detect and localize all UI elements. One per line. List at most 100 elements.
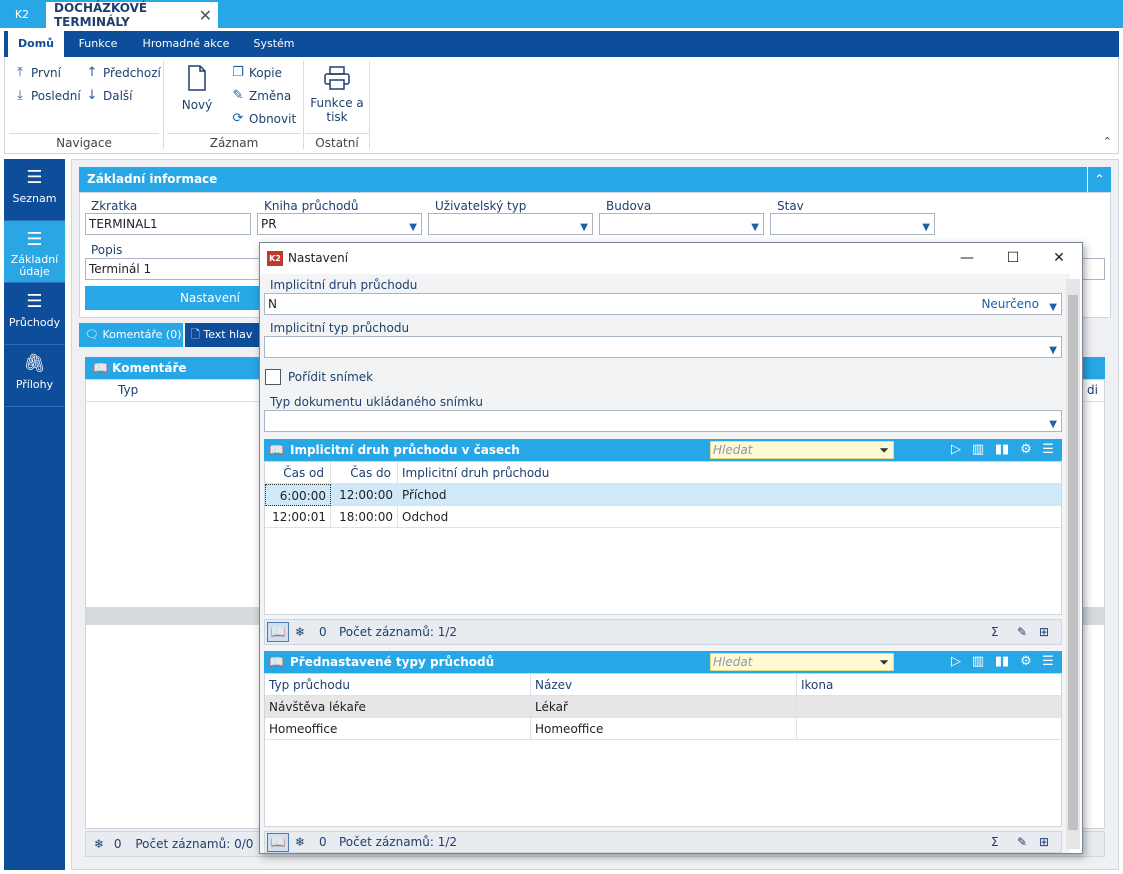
next-button[interactable]: ↓ Další bbox=[85, 88, 133, 103]
building-field[interactable]: ▼ bbox=[599, 213, 764, 235]
column-time-from[interactable]: Čas od bbox=[265, 462, 331, 484]
user-type-field[interactable]: ▼ bbox=[428, 213, 593, 235]
refresh-button[interactable]: ⟳ Obnovit bbox=[231, 111, 297, 126]
dropdown-icon[interactable]: ▼ bbox=[751, 218, 759, 238]
print-functions-button[interactable]: Funkce a tisk bbox=[307, 65, 367, 124]
collapse-section-icon[interactable]: ⌃ bbox=[1087, 167, 1111, 192]
play-icon[interactable]: ▷ bbox=[946, 651, 966, 673]
snowflake-icon[interactable]: ❄ bbox=[295, 832, 305, 852]
menu-icon[interactable]: ☰ bbox=[1038, 651, 1058, 673]
group-separator bbox=[369, 61, 370, 149]
play-icon[interactable]: ▷ bbox=[946, 439, 966, 461]
table-row[interactable]: Homeoffice Homeoffice bbox=[265, 718, 1061, 740]
tab-home[interactable]: Domů bbox=[8, 31, 64, 57]
columns-icon[interactable]: ▮▮ bbox=[992, 651, 1012, 673]
document-tab-label: DOCHÁZKOVÉ TERMINÁLY bbox=[54, 1, 148, 29]
status-field[interactable]: ▼ bbox=[770, 213, 935, 235]
default-passage-kind-field[interactable]: N Neurčeno ▼ bbox=[264, 293, 1062, 315]
gear-icon[interactable]: ⚙ bbox=[1016, 439, 1036, 461]
snowflake-icon[interactable]: ❄ bbox=[295, 620, 305, 644]
sidebar-item-attachments[interactable]: 🖇 Přílohy bbox=[4, 345, 65, 407]
grid1-search-input[interactable]: Hledat ⏷ bbox=[710, 441, 894, 459]
table-row[interactable]: Návštěva lékaře Lékař bbox=[265, 696, 1061, 718]
change-button[interactable]: ✎ Změna bbox=[231, 88, 292, 103]
tab-comments[interactable]: 🗨 Komentáře (0) bbox=[79, 323, 183, 347]
tab-system[interactable]: Systém bbox=[246, 31, 302, 57]
grid1-body: Čas od Čas do Implicitní druh průchodu 6… bbox=[264, 461, 1062, 615]
sum-icon[interactable]: Σ bbox=[991, 832, 999, 852]
snapshot-doc-type-field[interactable]: ▼ bbox=[264, 410, 1062, 432]
filter-icon[interactable]: ⏷ bbox=[879, 654, 889, 670]
pencil-icon: ✎ bbox=[232, 88, 244, 103]
snapshot-doc-type-label: Typ dokumentu ukládaného snímku bbox=[270, 395, 483, 409]
column-type[interactable]: Typ bbox=[118, 383, 138, 397]
filter-icon[interactable]: ⏷ bbox=[879, 442, 889, 458]
dropdown-icon[interactable]: ▼ bbox=[580, 218, 588, 238]
grid2-search-input[interactable]: Hledat ⏷ bbox=[710, 653, 894, 671]
add-record-icon[interactable]: ⊞ bbox=[1039, 620, 1049, 644]
default-passage-type-label: Implicitní typ průchodu bbox=[270, 321, 410, 335]
description-label: Popis bbox=[91, 243, 123, 257]
ribbon-tabs: Domů Funkce Hromadné akce Systém bbox=[4, 31, 1119, 57]
arrow-up-icon: ↑ bbox=[86, 65, 98, 80]
snowflake-icon[interactable]: ❄ bbox=[94, 837, 104, 851]
zkratka-field[interactable]: TERMINAL1 bbox=[85, 213, 251, 235]
column-passage-kind[interactable]: Implicitní druh průchodu bbox=[398, 462, 698, 484]
minimize-icon[interactable]: — bbox=[944, 243, 990, 274]
tab-header-text[interactable]: 🗋 Text hlav bbox=[185, 323, 265, 347]
default-passage-type-field[interactable]: ▼ bbox=[264, 336, 1062, 358]
dropdown-icon[interactable]: ▼ bbox=[1049, 298, 1057, 318]
group-separator bbox=[163, 61, 164, 149]
dialog-scrollbar-thumb[interactable] bbox=[1068, 295, 1078, 830]
close-dialog-icon[interactable]: ✕ bbox=[1036, 243, 1082, 274]
sidebar-item-basic-data[interactable]: ☰ Základní údaje bbox=[4, 221, 65, 283]
previous-button[interactable]: ↑ Předchozí bbox=[85, 65, 161, 80]
columns-icon[interactable]: ▮▮ bbox=[992, 439, 1012, 461]
menu-icon[interactable]: ☰ bbox=[1038, 439, 1058, 461]
book-icon[interactable]: 📖 bbox=[267, 833, 289, 852]
close-tab-icon[interactable]: ✕ bbox=[199, 6, 212, 25]
dropdown-icon[interactable]: ▼ bbox=[1049, 415, 1057, 435]
default-passage-kind-label: Implicitní druh průchodu bbox=[270, 278, 418, 292]
table-row[interactable]: 12:00:01 18:00:00 Odchod bbox=[265, 506, 1061, 528]
dropdown-icon[interactable]: ▼ bbox=[922, 218, 930, 238]
column-icon[interactable]: Ikona bbox=[797, 674, 1061, 696]
dialog-content: Implicitní druh průchodu N Neurčeno ▼ Im… bbox=[260, 274, 1070, 853]
document-tab[interactable]: DOCHÁZKOVÉ TERMINÁLY ✕ bbox=[46, 1, 218, 29]
snapshot-checkbox[interactable] bbox=[265, 369, 281, 385]
arrow-down-icon: ↓ bbox=[86, 88, 98, 103]
refresh-icon: ⟳ bbox=[232, 111, 244, 126]
grid2-header: 📖 Přednastavené typy průchodů Hledat ⏷ ▷ … bbox=[264, 651, 1062, 673]
kniha-field[interactable]: PR ▼ bbox=[257, 213, 422, 235]
column-passage-type[interactable]: Typ průchodu bbox=[265, 674, 531, 696]
new-button[interactable]: Nový bbox=[175, 65, 219, 112]
basic-info-header: Základní informace ⌃ bbox=[79, 167, 1111, 192]
settings-dialog: K2 Nastavení — ☐ ✕ Implicitní druh průch… bbox=[259, 242, 1083, 854]
arrow-up-bar-icon: ⤒ bbox=[17, 65, 23, 80]
table-row[interactable]: 6:00:00 12:00:00 Příchod bbox=[265, 484, 1061, 506]
column-partial[interactable]: di bbox=[1087, 383, 1098, 397]
first-button[interactable]: ⤒ První bbox=[13, 65, 61, 80]
collapse-ribbon-icon[interactable]: ⌃ bbox=[1103, 135, 1112, 148]
sidebar-item-list[interactable]: ☰ Seznam bbox=[4, 159, 65, 221]
copy-button[interactable]: ❐ Kopie bbox=[231, 65, 282, 80]
maximize-icon[interactable]: ☐ bbox=[990, 243, 1036, 274]
gear-icon[interactable]: ⚙ bbox=[1016, 651, 1036, 673]
pencil-icon[interactable]: ✎ bbox=[1017, 832, 1027, 852]
grid1-footer: 📖 ❄ 0 Počet záznamů: 1/2 Σ ✎ ⊞ bbox=[264, 619, 1062, 645]
tab-bulk-actions[interactable]: Hromadné akce bbox=[136, 31, 236, 57]
dropdown-icon[interactable]: ▼ bbox=[1049, 341, 1057, 361]
dropdown-icon[interactable]: ▼ bbox=[409, 218, 417, 238]
chart-icon[interactable]: ▥ bbox=[968, 439, 988, 461]
column-time-to[interactable]: Čas do bbox=[331, 462, 398, 484]
column-name[interactable]: Název bbox=[531, 674, 797, 696]
pencil-icon[interactable]: ✎ bbox=[1017, 620, 1027, 644]
chart-icon[interactable]: ▥ bbox=[968, 651, 988, 673]
sidebar-item-passages[interactable]: ☰ Průchody bbox=[4, 283, 65, 345]
sum-icon[interactable]: Σ bbox=[991, 620, 999, 644]
app-logo[interactable]: K2 bbox=[0, 0, 44, 28]
book-icon[interactable]: 📖 bbox=[267, 622, 289, 642]
last-button[interactable]: ⤓ Poslední bbox=[13, 88, 81, 103]
add-record-icon[interactable]: ⊞ bbox=[1039, 832, 1049, 852]
tab-functions[interactable]: Funkce bbox=[70, 31, 126, 57]
